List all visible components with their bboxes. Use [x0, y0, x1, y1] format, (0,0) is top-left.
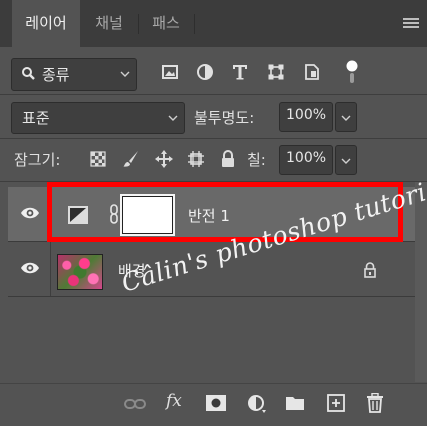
adjustment-layer-icon[interactable]: [247, 394, 267, 414]
fill-input[interactable]: 100%: [279, 145, 333, 175]
type-filter-icon[interactable]: [231, 63, 249, 81]
tab-paths[interactable]: 패스: [138, 0, 194, 47]
filter-toggle-icon[interactable]: [345, 59, 359, 85]
search-icon: [22, 67, 35, 80]
tab-channels[interactable]: 채널: [80, 0, 138, 47]
opacity-value: 100%: [286, 107, 327, 123]
chevron-down-icon: [341, 115, 351, 121]
opacity-label: 불투명도:: [194, 109, 255, 127]
blend-row: 표준 불투명도: 100%: [0, 101, 427, 135]
opacity-input[interactable]: 100%: [279, 102, 333, 132]
shape-filter-icon[interactable]: [267, 63, 285, 81]
fx-icon[interactable]: fx: [166, 391, 182, 411]
eye-icon: [21, 207, 39, 219]
visibility-toggle[interactable]: [8, 242, 51, 296]
panel-menu-icon[interactable]: [403, 18, 419, 30]
tab-bar: 레이어 채널 패스: [0, 0, 427, 47]
link-icon[interactable]: [124, 397, 146, 411]
mask-icon[interactable]: [206, 395, 226, 411]
scrollbar-track[interactable]: [415, 182, 427, 382]
eye-icon: [21, 262, 39, 274]
tab-layers[interactable]: 레이어: [12, 0, 80, 47]
visibility-toggle[interactable]: [8, 187, 51, 241]
blend-mode-dropdown[interactable]: 표준: [11, 102, 185, 134]
opacity-dropdown-button[interactable]: [335, 102, 357, 132]
filter-row: 종류: [0, 58, 427, 92]
trash-icon[interactable]: [366, 393, 384, 413]
lock-icon: [364, 262, 376, 278]
lock-transparent-icon[interactable]: [89, 150, 107, 168]
lock-position-icon[interactable]: [155, 150, 173, 168]
background-thumbnail[interactable]: [57, 254, 103, 290]
lock-artboard-icon[interactable]: [187, 150, 205, 168]
new-layer-icon[interactable]: [327, 394, 345, 412]
filter-kind-label: 종류: [42, 66, 70, 84]
filter-kind-dropdown[interactable]: 종류: [11, 58, 137, 91]
blend-mode-value: 표준: [22, 109, 50, 127]
divider: [0, 94, 427, 95]
lock-all-icon[interactable]: [220, 150, 236, 168]
divider: [0, 138, 427, 139]
layers-panel: 레이어 채널 패스 종류 표준 불투명도: 100% 잠그기: 칠: 100% …: [0, 0, 427, 426]
fill-value: 100%: [286, 150, 327, 166]
chevron-down-icon: [120, 71, 130, 77]
tab-separator: [194, 14, 195, 34]
smart-object-filter-icon[interactable]: [303, 63, 321, 81]
chevron-down-icon: [341, 158, 351, 164]
fill-label: 칠:: [247, 151, 266, 169]
image-filter-icon[interactable]: [161, 63, 179, 81]
adjustment-filter-icon[interactable]: [196, 63, 214, 81]
layers-bottom-bar: fx: [0, 383, 427, 426]
chevron-down-icon: [168, 115, 178, 121]
group-folder-icon[interactable]: [285, 395, 305, 411]
lock-image-icon[interactable]: [122, 150, 140, 168]
lock-row: 잠그기: 칠: 100%: [0, 143, 427, 177]
fill-dropdown-button[interactable]: [335, 145, 357, 175]
lock-label: 잠그기:: [14, 151, 61, 169]
